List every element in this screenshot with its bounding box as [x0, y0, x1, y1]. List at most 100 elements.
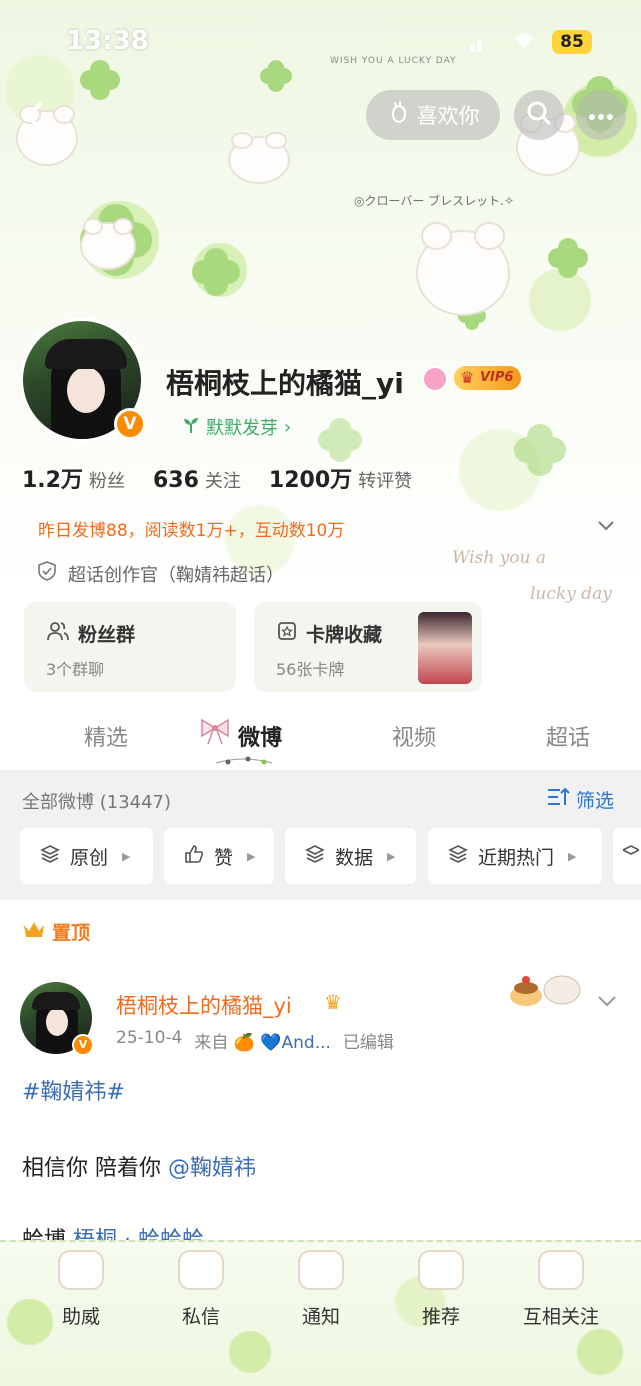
layers-icon [40, 844, 60, 869]
status-time: 13:38 [66, 26, 149, 56]
filter-chip-original[interactable]: 原创 ▶ [20, 828, 153, 884]
chip-label: 赞 [214, 846, 234, 869]
stat-interactions[interactable]: 1200万 转评赞 [269, 462, 412, 494]
vip-badge[interactable]: VIP6 [454, 366, 522, 390]
lucky-day-decoration: Wish you a lucky day [452, 540, 612, 612]
bear-decoration [82, 219, 134, 268]
status-bar: 13:38 85 [0, 22, 641, 66]
cat-pudding-decoration [498, 964, 588, 1008]
card-subtitle: 56张卡牌 [276, 660, 345, 679]
verified-badge: V [114, 408, 146, 440]
filter-area: 全部微博 (13447) 筛选 原创 ▶ 赞 ▶ 数据 ▶ 近期热门 ▶ [0, 770, 641, 900]
nav-notify[interactable]: 通知 [266, 1302, 376, 1329]
stat-followers[interactable]: 1.2万 粉丝 [22, 462, 125, 494]
chevron-down-icon[interactable] [596, 516, 616, 536]
sprout-status[interactable]: 默默发芽 › [182, 414, 291, 440]
chip-label: 数据 [335, 846, 374, 869]
music-notes-icon [214, 752, 274, 766]
sprout-icon [182, 416, 200, 439]
hand-wave-icon [387, 100, 411, 130]
filter-button[interactable]: 筛选 [546, 786, 614, 813]
filter-chip-more[interactable] [613, 828, 641, 884]
fan-search-icon[interactable] [422, 366, 448, 392]
chevron-right-icon: › [284, 416, 292, 438]
post-mention[interactable]: @鞠婧祎 [168, 1156, 256, 1181]
clover-decoration [80, 60, 120, 100]
sprout-label: 默默发芽 [206, 418, 278, 439]
card-title: 粉丝群 [78, 624, 136, 646]
creator-title-label: 超话创作官（鞠婧祎超话） [68, 564, 284, 586]
more-button[interactable] [576, 90, 626, 140]
card-collection-card[interactable]: 卡牌收藏 56张卡牌 [254, 602, 482, 692]
stat-value: 1.2万 [22, 468, 83, 493]
all-weibo-count: 全部微博 (13447) [22, 792, 172, 813]
card-thumbnail-image [418, 612, 472, 684]
nav-cheer[interactable]: 助威 [26, 1302, 136, 1329]
bell-sticker-icon [298, 1250, 344, 1290]
filter-chip-like[interactable]: 赞 ▶ [164, 828, 274, 884]
verified-badge: V [72, 1034, 94, 1056]
tab-featured[interactable]: 精选 [84, 720, 128, 752]
pinned-text: 置顶 [52, 922, 91, 944]
nav-message[interactable]: 私信 [146, 1302, 256, 1329]
tab-supertopic[interactable]: 超话 [546, 720, 590, 752]
search-button[interactable] [514, 90, 564, 140]
nav-recommend[interactable]: 推荐 [386, 1302, 496, 1329]
source-prefix: 来自 [194, 1033, 229, 1053]
tab-weibo[interactable]: 微博 [238, 720, 282, 752]
post-source[interactable]: 🍊 💙And... [234, 1033, 331, 1053]
card-star-icon [276, 620, 298, 647]
crown-icon [22, 919, 46, 944]
clover-decoration [192, 248, 240, 296]
search-icon [526, 100, 552, 130]
bow-icon [198, 716, 232, 746]
fan-group-card[interactable]: 粉丝群 3个群聊 [24, 602, 236, 692]
stat-value: 1200万 [268, 468, 353, 493]
profile-tabs: 精选 微博 视频 超话 [0, 708, 641, 766]
banner-caption: ◎クローバー ブレスレット.✧ [354, 194, 515, 208]
post-body-text: 相信你 陪着你 [22, 1156, 168, 1181]
letter-sticker-icon [178, 1250, 224, 1290]
chip-label: 近期热门 [478, 846, 555, 869]
bear-decoration [230, 133, 288, 182]
filter-label: 筛选 [576, 790, 615, 812]
creator-title[interactable]: 超话创作官（鞠婧祎超话） [36, 560, 284, 587]
lucky-day-line: Wish you a [452, 548, 547, 568]
bear-decoration [418, 223, 508, 314]
post-author[interactable]: 梧桐枝上的橘猫_yi [116, 990, 292, 1020]
battery-indicator: 85 [552, 30, 592, 54]
people-icon [46, 620, 70, 647]
stat-label: 粉丝 [88, 471, 125, 492]
filter-chip-recent-hot[interactable]: 近期热门 ▶ [428, 828, 602, 884]
nav-mutual-follow[interactable]: 互相关注 [506, 1302, 616, 1329]
layers-icon [621, 844, 641, 869]
bunny-sticker-icon [538, 1250, 584, 1290]
stat-label: 转评赞 [358, 471, 413, 492]
stat-value: 636 [152, 468, 199, 493]
profile-stats: 1.2万 粉丝 636 关注 1200万 转评赞 [22, 462, 412, 494]
stat-following[interactable]: 636 关注 [153, 467, 241, 493]
clover-decoration [548, 238, 588, 278]
clover-decoration [318, 418, 362, 462]
profile-username: 梧桐枝上的橘猫_yi [166, 367, 404, 400]
wifi-icon [512, 30, 536, 55]
tab-video[interactable]: 视频 [392, 720, 436, 752]
layers-icon [305, 844, 325, 869]
back-arrow-icon[interactable] [18, 98, 54, 134]
post-meta: 25-10-4 来自 🍊 💙And... 已编辑 [116, 1028, 394, 1053]
more-dots-icon [588, 106, 614, 125]
card-title: 卡牌收藏 [306, 624, 383, 646]
post-hashtag[interactable]: #鞠婧祎# [22, 1074, 125, 1106]
filter-chip-data[interactable]: 数据 ▶ [285, 828, 416, 884]
crown-icon: ♛ [324, 990, 342, 1014]
post-body: 相信你 陪着你 @鞠婧祎 [22, 1150, 256, 1182]
pig-sticker-icon [418, 1250, 464, 1290]
signal-icon [470, 36, 486, 52]
like-you-button[interactable]: 喜欢你 [366, 90, 500, 140]
chevron-down-icon[interactable] [596, 990, 618, 1012]
thumbs-up-icon [184, 844, 204, 869]
like-you-label: 喜欢你 [416, 104, 480, 128]
filter-icon [546, 786, 570, 813]
edited-label: 已编辑 [342, 1033, 394, 1053]
achievement-text: 昨日发博88，阅读数1万+，互动数10万 [38, 521, 345, 541]
